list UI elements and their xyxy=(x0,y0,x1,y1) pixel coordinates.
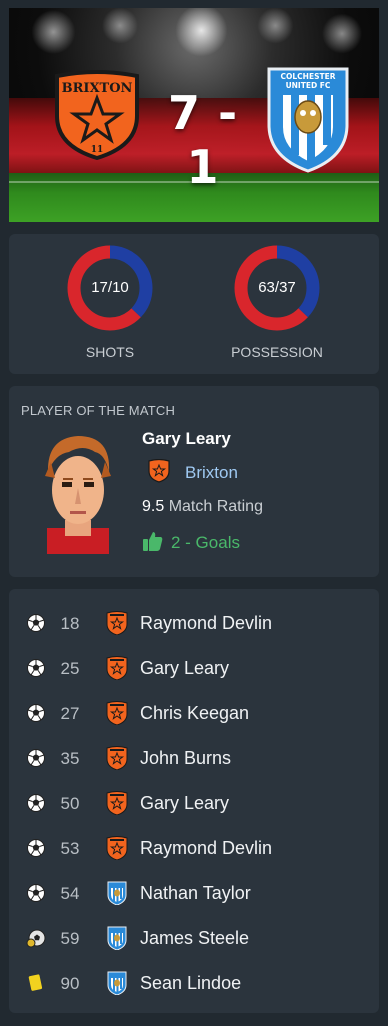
brixton-crest-icon xyxy=(148,459,170,483)
event-minute: 59 xyxy=(60,929,80,948)
brixton-crest-icon xyxy=(106,701,128,725)
event-minute: 35 xyxy=(60,749,80,768)
colchester-crest-icon xyxy=(107,971,127,995)
event-row[interactable]: 54 Nathan Taylor xyxy=(9,871,379,916)
potm-goals: 2 - Goals xyxy=(171,533,240,552)
home-team-crest[interactable]: BRIXTON 11 xyxy=(53,70,141,160)
penalty-football-icon xyxy=(26,929,46,948)
event-row[interactable]: 59 James Steele xyxy=(9,916,379,961)
match-stats-card: 17/10 SHOTS 63/37 POSSESSION xyxy=(9,234,379,374)
event-minute: 27 xyxy=(60,704,80,723)
event-row[interactable]: 53 Raymond Devlin xyxy=(9,826,379,871)
yellow-card-icon xyxy=(28,974,43,991)
event-row[interactable]: 90 Sean Lindoe xyxy=(9,961,379,1006)
brixton-crest-icon xyxy=(106,611,128,635)
possession-ring: 63/37 xyxy=(233,244,321,332)
home-crest-text: BRIXTON xyxy=(62,81,133,96)
player-portrait[interactable] xyxy=(35,432,121,554)
potm-rating: 9.5 Match Rating xyxy=(142,498,263,516)
event-minute: 90 xyxy=(60,974,80,993)
shots-label: SHOTS xyxy=(85,344,135,360)
event-player-name[interactable]: Gary Leary xyxy=(140,793,229,814)
possession-label: POSSESSION xyxy=(231,344,323,360)
away-crest-line1: COLCHESTER xyxy=(281,72,336,81)
event-minute: 25 xyxy=(60,659,80,678)
potm-title: PLAYER OF THE MATCH xyxy=(21,403,176,418)
shots-value: 17/10 xyxy=(91,279,129,296)
colchester-crest-icon xyxy=(107,926,127,950)
away-crest-line2: UNITED FC xyxy=(286,81,331,90)
colchester-crest-icon xyxy=(107,881,127,905)
event-player-name[interactable]: John Burns xyxy=(140,748,231,769)
player-of-the-match-card[interactable]: PLAYER OF THE MATCH Gary Leary Brixton 9… xyxy=(9,386,379,577)
football-icon xyxy=(27,704,45,722)
event-minute: 50 xyxy=(60,794,80,813)
event-row[interactable]: 35 John Burns xyxy=(9,736,379,781)
brixton-crest-icon xyxy=(106,746,128,770)
event-player-name[interactable]: James Steele xyxy=(140,928,249,949)
away-team-crest[interactable]: COLCHESTER UNITED FC xyxy=(263,65,353,175)
football-icon xyxy=(27,749,45,767)
home-crest-sub: 11 xyxy=(91,145,104,155)
match-score: 7 - 1 xyxy=(167,86,239,194)
brixton-crest-icon xyxy=(106,836,128,860)
event-minute: 54 xyxy=(60,884,80,903)
event-row[interactable]: 27 Chris Keegan xyxy=(9,691,379,736)
match-header-banner: BRIXTON 11 7 - 1 COLCHESTER UNITED FC xyxy=(9,8,379,222)
football-icon xyxy=(27,884,45,902)
event-row[interactable]: 18 Raymond Devlin xyxy=(9,601,379,646)
event-row[interactable]: 50 Gary Leary xyxy=(9,781,379,826)
brixton-crest-icon xyxy=(106,656,128,680)
potm-player-name[interactable]: Gary Leary xyxy=(142,429,231,449)
possession-value: 63/37 xyxy=(258,279,296,296)
event-player-name[interactable]: Chris Keegan xyxy=(140,703,249,724)
shots-ring: 17/10 xyxy=(66,244,154,332)
event-player-name[interactable]: Gary Leary xyxy=(140,658,229,679)
event-player-name[interactable]: Raymond Devlin xyxy=(140,613,272,634)
football-icon xyxy=(27,659,45,677)
event-row[interactable]: 25 Gary Leary xyxy=(9,646,379,691)
event-minute: 53 xyxy=(60,839,80,858)
thumbs-up-icon xyxy=(143,532,163,551)
football-icon xyxy=(27,839,45,857)
brixton-crest-icon xyxy=(106,791,128,815)
event-player-name[interactable]: Sean Lindoe xyxy=(140,973,241,994)
event-player-name[interactable]: Raymond Devlin xyxy=(140,838,272,859)
potm-club-name[interactable]: Brixton xyxy=(185,463,238,483)
match-events-list: 18 Raymond Devlin 25 Gary Leary 27 Chris Keeg… xyxy=(9,589,379,1013)
event-minute: 18 xyxy=(60,614,80,633)
event-player-name[interactable]: Nathan Taylor xyxy=(140,883,251,904)
football-icon xyxy=(27,794,45,812)
potm-rating-label: Match Rating xyxy=(168,498,263,515)
football-icon xyxy=(27,614,45,632)
potm-rating-value: 9.5 xyxy=(142,498,165,515)
